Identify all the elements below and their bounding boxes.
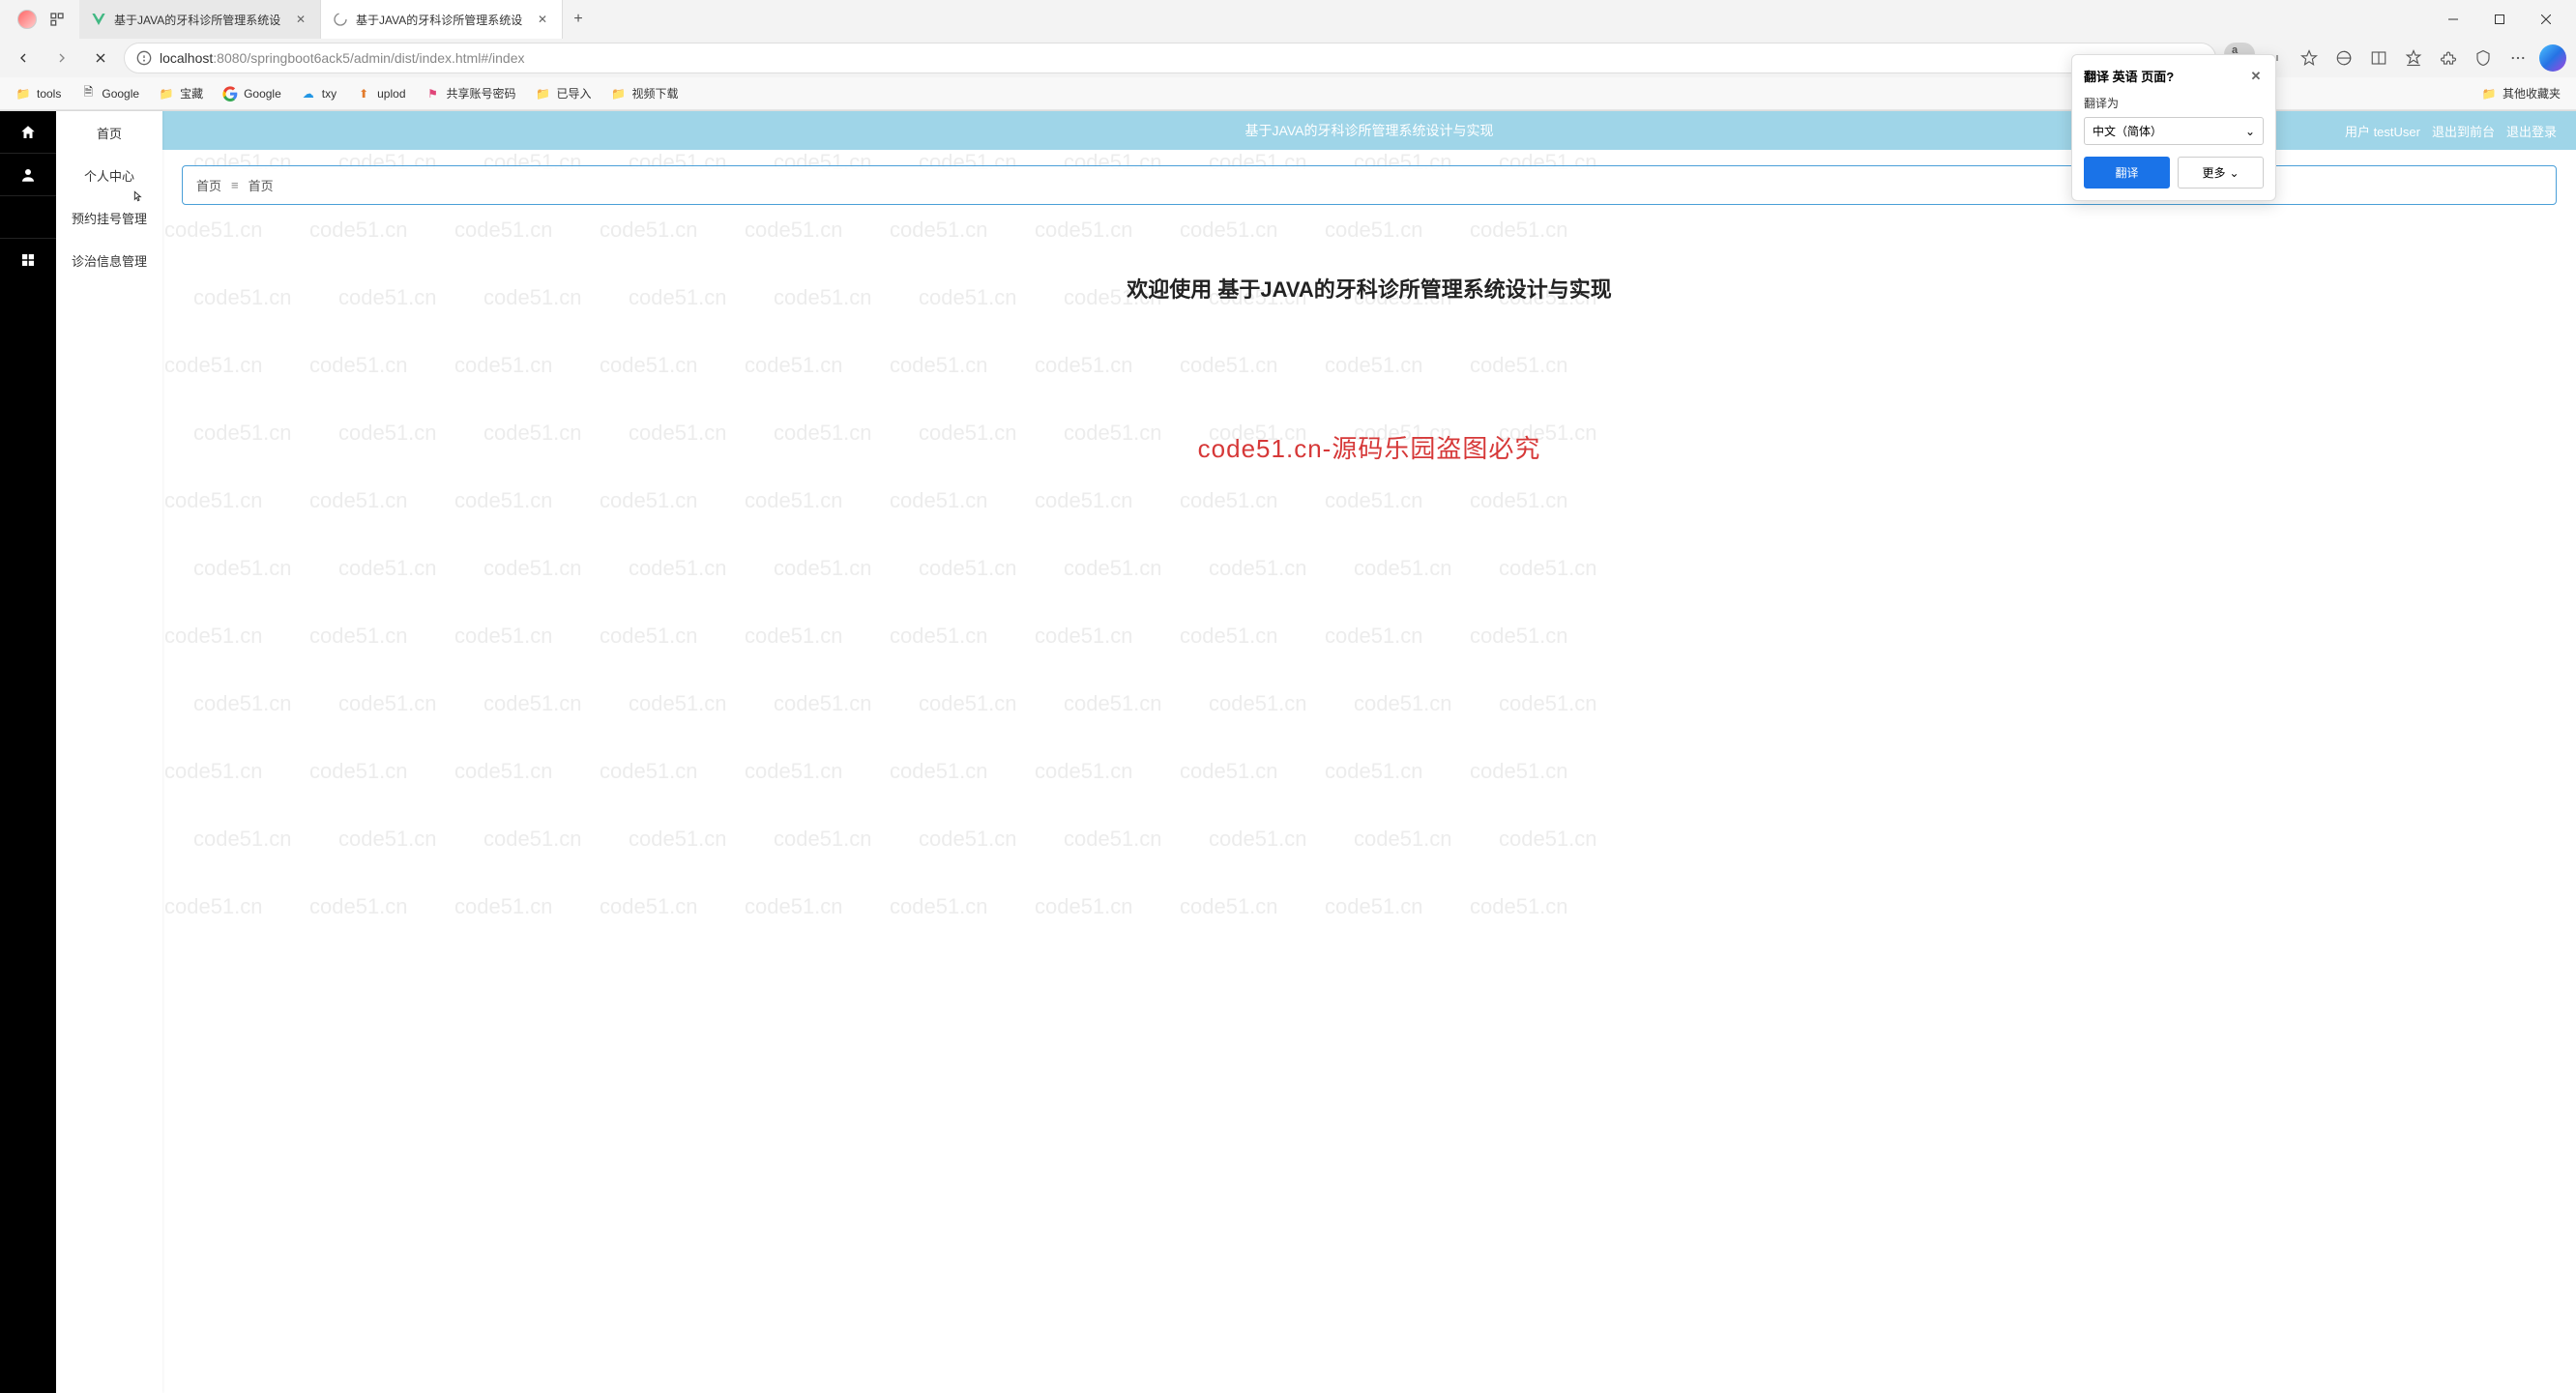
stop-reload-button[interactable]: [85, 43, 116, 73]
menu-icon[interactable]: [2503, 43, 2533, 73]
folder-icon: 📁: [2481, 86, 2497, 102]
banner-title: 基于JAVA的牙科诊所管理系统设计与实现: [1245, 121, 1494, 140]
bookmark-label: txy: [322, 87, 337, 101]
chevron-down-icon: ⌄: [2245, 125, 2255, 138]
bookmark-item[interactable]: Google: [215, 82, 289, 105]
translate-button[interactable]: 翻译: [2084, 157, 2170, 189]
page-icon: 🗎: [80, 86, 96, 102]
window-controls: [2431, 4, 2568, 35]
favicon-vue-icon: [91, 12, 106, 27]
watermark-center-text: code51.cn-源码乐园盗图必究: [162, 429, 2576, 465]
other-bookmarks[interactable]: 📁 其他收藏夹: [2474, 81, 2568, 105]
back-button[interactable]: [8, 43, 39, 73]
tab-title: 基于JAVA的牙科诊所管理系统设: [114, 12, 285, 28]
url-text: localhost:8080/springboot6ack5/admin/dis…: [160, 50, 524, 66]
bookmark-label: 已导入: [557, 85, 592, 102]
site-info-icon[interactable]: [136, 50, 152, 66]
popup-title: 翻译 英语 页面?: [2084, 67, 2174, 85]
sidebar-user-icon[interactable]: [0, 154, 56, 196]
cloud-icon: ☁: [301, 86, 316, 102]
sidebar-item-home[interactable]: 首页: [56, 111, 162, 154]
select-value: 中文（简体）: [2093, 123, 2162, 139]
popup-label: 翻译为: [2084, 95, 2264, 111]
close-icon[interactable]: ✕: [535, 12, 550, 27]
close-window-button[interactable]: [2524, 4, 2568, 35]
folder-icon: 📁: [536, 86, 551, 102]
language-select[interactable]: 中文（简体） ⌄: [2084, 117, 2264, 145]
welcome-heading: 欢迎使用 基于JAVA的牙科诊所管理系统设计与实现: [162, 273, 2576, 304]
bookmark-label: tools: [37, 87, 61, 101]
folder-icon: 📁: [159, 86, 174, 102]
banner-right: 用户 testUser 退出到前台 退出登录: [2345, 122, 2557, 140]
upload-icon: ⬆: [356, 86, 371, 102]
bookmark-item[interactable]: 📁 视频下载: [603, 81, 687, 105]
sidebar-home-icon[interactable]: [0, 111, 56, 154]
bookmark-item[interactable]: ☁ txy: [293, 82, 344, 105]
maximize-button[interactable]: [2477, 4, 2522, 35]
bookmark-label: Google: [102, 87, 139, 101]
breadcrumb-first[interactable]: 首页: [196, 176, 221, 194]
main-area: 基于JAVA的牙科诊所管理系统设计与实现 用户 testUser 退出到前台 退…: [162, 111, 2576, 1393]
browser-tab-active[interactable]: 基于JAVA的牙科诊所管理系统设 ✕: [321, 0, 563, 39]
bookmark-item[interactable]: 📁 已导入: [528, 81, 600, 105]
logout-link[interactable]: 退出登录: [2506, 122, 2557, 140]
browser-tab[interactable]: 基于JAVA的牙科诊所管理系统设 ✕: [79, 0, 321, 39]
new-tab-button[interactable]: +: [563, 0, 594, 39]
title-bar: 基于JAVA的牙科诊所管理系统设 ✕ 基于JAVA的牙科诊所管理系统设 ✕ +: [0, 0, 2576, 39]
chevron-down-icon: ⌄: [2229, 166, 2239, 180]
split-screen-icon[interactable]: [2363, 43, 2394, 73]
tab-overview-icon[interactable]: [46, 9, 68, 30]
favorites-bar-icon[interactable]: [2398, 43, 2429, 73]
folder-icon: 📁: [611, 86, 627, 102]
bookmark-label: 共享账号密码: [447, 85, 516, 102]
bookmark-label: 其他收藏夹: [2503, 85, 2561, 102]
favicon-loading-icon: [333, 12, 348, 27]
more-button[interactable]: 更多⌄: [2178, 157, 2264, 189]
extensions-icon[interactable]: [2433, 43, 2464, 73]
folder-icon: 📁: [15, 86, 31, 102]
url-input[interactable]: localhost:8080/springboot6ack5/admin/dis…: [124, 43, 2216, 73]
translate-popup: 翻译 英语 页面? ✕ 翻译为 中文（简体） ⌄ 翻译 更多⌄: [2071, 54, 2276, 201]
bookmark-item[interactable]: 📁 宝藏: [151, 81, 211, 105]
minimize-button[interactable]: [2431, 4, 2475, 35]
share-icon: ⚑: [425, 86, 441, 102]
close-icon[interactable]: ✕: [2248, 69, 2264, 84]
sidebar-item-appointment[interactable]: 预约挂号管理: [56, 196, 162, 239]
sidebar-icon-rail: [0, 111, 56, 1393]
breadcrumb-second[interactable]: 首页: [249, 176, 274, 194]
tab-title: 基于JAVA的牙科诊所管理系统设: [356, 12, 527, 28]
collections-icon[interactable]: [2328, 43, 2359, 73]
bookmark-label: Google: [244, 87, 281, 101]
extension-shield-icon[interactable]: [2468, 43, 2499, 73]
bookmark-item[interactable]: ⚑ 共享账号密码: [418, 81, 524, 105]
sidebar-labels: 首页 个人中心 预约挂号管理 诊治信息管理: [56, 111, 162, 1393]
sidebar-spacer: [0, 196, 56, 239]
bookmark-item[interactable]: 🗎 Google: [73, 82, 147, 105]
profile-avatar[interactable]: [17, 10, 37, 29]
copilot-icon[interactable]: [2537, 43, 2568, 73]
exit-front-link[interactable]: 退出到前台: [2432, 122, 2495, 140]
sidebar-grid-icon[interactable]: [0, 239, 56, 281]
tab-strip: 基于JAVA的牙科诊所管理系统设 ✕ 基于JAVA的牙科诊所管理系统设 ✕ +: [79, 0, 594, 39]
bookmark-label: 视频下载: [632, 85, 679, 102]
bookmark-label: 宝藏: [180, 85, 203, 102]
favorite-icon[interactable]: [2294, 43, 2325, 73]
breadcrumb-separator-icon: ≡: [231, 178, 239, 192]
bookmark-label: uplod: [377, 87, 405, 101]
sidebar-item-treatment[interactable]: 诊治信息管理: [56, 239, 162, 281]
user-label[interactable]: 用户 testUser: [2345, 122, 2420, 140]
google-icon: [222, 86, 238, 102]
sidebar-item-profile[interactable]: 个人中心: [56, 154, 162, 196]
bookmark-item[interactable]: 📁 tools: [8, 82, 69, 105]
close-icon[interactable]: ✕: [293, 12, 308, 27]
page-content: code51.cncode51.cncode51.cncode51.cncode…: [0, 111, 2576, 1393]
forward-button[interactable]: [46, 43, 77, 73]
bookmark-item[interactable]: ⬆ uplod: [348, 82, 413, 105]
